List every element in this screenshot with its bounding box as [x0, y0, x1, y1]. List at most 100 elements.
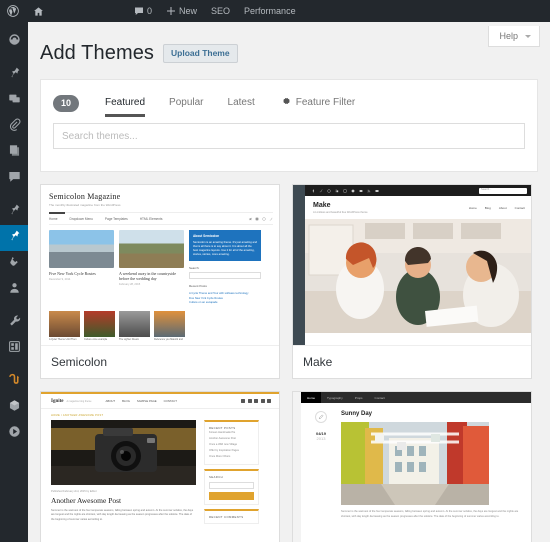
sidebar-item-posts[interactable]: [0, 62, 28, 88]
sidebar-item-appearance[interactable]: [0, 225, 34, 251]
preview-post-meta-column: 04/19 2013: [301, 411, 341, 542]
linkedin-icon: [335, 189, 339, 192]
paintbrush-icon: [8, 229, 21, 247]
sidebar-item-comments[interactable]: [0, 166, 28, 192]
dashboard-gauge-icon: [8, 33, 21, 51]
theme-name: Semicolon: [41, 345, 279, 378]
comments-button[interactable]: 0: [127, 0, 159, 22]
preview-post-image: [341, 422, 489, 505]
preview-about-heading: About Semicolon: [193, 234, 220, 238]
preview-nav-item: Home: [49, 216, 58, 221]
sidebar-item-media[interactable]: [0, 88, 28, 114]
help-button[interactable]: Help: [488, 26, 540, 47]
new-label: New: [179, 6, 198, 16]
theme-card-ignite[interactable]: Ignite A magazine blog theme ABOUT BLOG …: [40, 391, 280, 542]
comments-count: 0: [147, 6, 153, 16]
preview-post-image: [51, 420, 196, 485]
sidebar-item-users[interactable]: [0, 277, 28, 303]
preview-nav-item: Typography: [327, 395, 343, 400]
sidebar-item-tools[interactable]: [0, 310, 28, 336]
sidebar-item-pages[interactable]: [0, 140, 28, 166]
preview-thumb-item: The Lighter Dream: [119, 310, 150, 342]
preview-hero-photo: [305, 218, 531, 333]
sidebar-item-settings[interactable]: [0, 336, 28, 362]
preview-about-text: Semicolon is an amazing theme. It's just…: [193, 240, 258, 256]
theme-name: Make: [293, 345, 531, 378]
preview-post-title: A weekend away in the countryside before…: [119, 271, 176, 281]
sidebar-item-packages[interactable]: [0, 395, 28, 421]
preview-nav-item: CONTACT: [163, 399, 177, 403]
instagram-icon: [343, 188, 347, 193]
cube-icon: [8, 399, 21, 417]
admin-sidebar: [0, 22, 34, 542]
preview-tagline: The monthly illustrated magazine from th…: [49, 203, 121, 207]
preview-recent-links: A Cycle Theme and Tour with software tec…: [189, 292, 261, 306]
theme-screenshot-make: Search... Make A Limitless and beautiful…: [293, 185, 531, 345]
preview-post-date: February 28, 2015: [119, 283, 141, 286]
search-themes-input[interactable]: Search themes...: [53, 123, 525, 149]
preview-nav-item: BLOG: [122, 399, 130, 403]
preview-thumb-caption: A Quiet Theme Until Then: [49, 337, 77, 341]
tab-latest[interactable]: Latest: [216, 88, 267, 118]
preview-widget-search: SEARCH: [204, 468, 259, 505]
preview-post-image: [119, 230, 184, 268]
preview-search-input: [189, 271, 261, 279]
preview-nav-item: HTML Elements: [139, 216, 163, 221]
preview-widget-heading: SEARCH: [209, 474, 224, 479]
preview-widget-link: Once More Others: [209, 454, 231, 458]
preview-site-title: Make: [313, 202, 331, 209]
performance-menu[interactable]: Performance: [237, 0, 303, 22]
google-plus-icon: [327, 188, 331, 193]
plus-icon: [166, 6, 176, 16]
comment-bubble-icon: [8, 170, 21, 188]
theme-card-make[interactable]: Search... Make A Limitless and beautiful…: [292, 184, 532, 379]
media-photos-icon: [8, 92, 21, 110]
sidebar-item-links[interactable]: [0, 114, 28, 140]
sidebar-item-portfolio[interactable]: [0, 199, 28, 225]
sidebar-item-analytics[interactable]: [0, 369, 28, 395]
tab-featured[interactable]: Featured: [93, 88, 157, 118]
preview-nav-item: Blog: [484, 205, 491, 210]
preview-topbar: Search...: [305, 185, 531, 196]
preview-nav-item: ABOUT: [105, 399, 116, 403]
preview-post: Five New York Cycle Routes December 9, 2…: [49, 230, 114, 306]
preview-thumb-caption: Culture once example: [84, 337, 108, 341]
seo-menu[interactable]: SEO: [204, 0, 237, 22]
page-title: Add Themes: [40, 42, 155, 64]
preview-site-title: Ignite: [51, 398, 64, 404]
seo-label: SEO: [211, 6, 231, 16]
wordpress-logo-icon: [7, 5, 19, 17]
wordpress-logo-button[interactable]: [0, 0, 26, 22]
new-content-button[interactable]: New: [159, 0, 204, 22]
admin-bar: 0 New SEO Performance: [0, 0, 550, 22]
preview-header: Ignite A magazine blog theme ABOUT BLOG …: [41, 394, 279, 409]
gear-icon: [281, 96, 291, 109]
preview-thumb-image: [84, 310, 115, 337]
sidebar-item-plugins[interactable]: [0, 251, 28, 277]
sidebar-item-media-player[interactable]: [0, 421, 28, 447]
preview-nav-item: About: [498, 205, 507, 210]
site-home-button[interactable]: [26, 0, 51, 22]
feature-filter-button[interactable]: Feature Filter: [267, 87, 367, 119]
preview-tagline: A magazine blog theme: [66, 399, 92, 403]
preview-nav-item: Page Templates: [104, 216, 128, 221]
plug-icon: [8, 255, 21, 273]
theme-card-sunny-day[interactable]: Home Typography Props Contact 04/19 2013: [292, 391, 532, 542]
theme-card-semicolon[interactable]: Semicolon Magazine The monthly illustrat…: [40, 184, 280, 379]
upload-theme-button[interactable]: Upload Theme: [163, 44, 238, 63]
preview-nav-item: Contact: [514, 205, 525, 210]
play-circle-icon: [8, 425, 21, 443]
preview-post-title: Five New York Cycle Routes: [49, 271, 96, 276]
sidebar-item-dashboard[interactable]: [0, 29, 28, 55]
filter-tabs: 10 Featured Popular Latest Feature Filte…: [53, 80, 525, 120]
preview-widget-recent-posts: RECENT POSTS Korean Handmade Pie Another…: [204, 420, 259, 465]
tab-popular[interactable]: Popular: [157, 88, 215, 118]
preview-post-date: December 9, 2014: [49, 278, 71, 281]
analytics-icon: [8, 373, 21, 391]
facebook-icon: [312, 189, 314, 192]
preview-sidebar: RECENT POSTS Korean Handmade Pie Another…: [204, 420, 259, 524]
themes-grid: Semicolon Magazine The monthly illustrat…: [40, 184, 538, 542]
preview-thumb-image: [49, 310, 80, 337]
preview-search-input: Search...: [479, 187, 527, 194]
preview-thumb-item: A Quiet Theme Until Then: [49, 310, 80, 342]
